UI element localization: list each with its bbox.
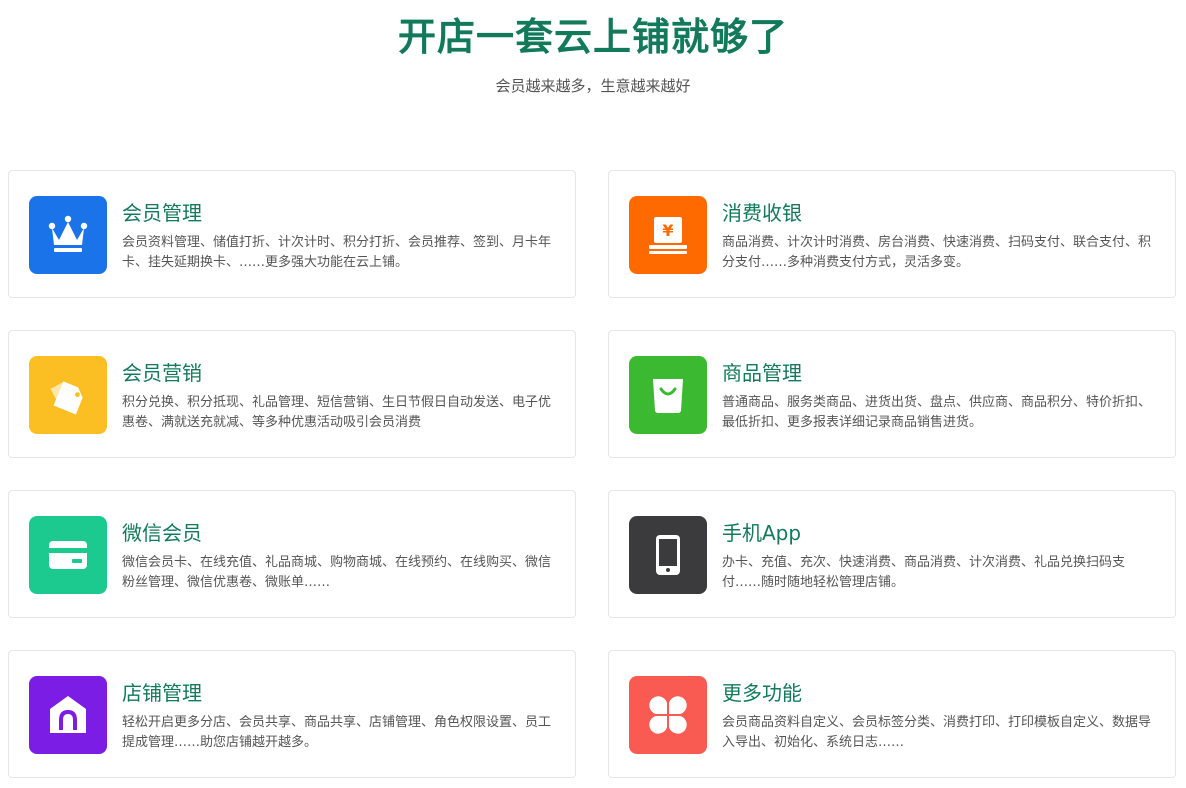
feature-card-wechat-member[interactable]: 微信会员 微信会员卡、在线充值、礼品商城、购物商城、在线预约、在线购买、微信粉丝… [8, 490, 576, 618]
shopping-bag-icon [629, 356, 707, 434]
feature-card-checkout[interactable]: ¥ 消费收银 商品消费、计次计时消费、房台消费、快速消费、扫码支付、联合支付、积… [608, 170, 1176, 298]
tags-icon [29, 356, 107, 434]
feature-card-title: 会员管理 [122, 201, 202, 225]
feature-card-title: 商品管理 [722, 361, 802, 385]
svg-text:¥: ¥ [662, 221, 673, 240]
feature-card-desc: 普通商品、服务类商品、进货出货、盘点、供应商、商品积分、特价折扣、最低折扣、更多… [722, 395, 1152, 430]
feature-card-title: 更多功能 [722, 681, 802, 705]
feature-card-more-features[interactable]: 更多功能 会员商品资料自定义、会员标签分类、消费打印、打印模板自定义、数据导入导… [608, 650, 1176, 778]
feature-card-title: 微信会员 [122, 521, 202, 545]
crown-icon [29, 196, 107, 274]
feature-card-desc: 商品消费、计次计时消费、房台消费、快速消费、扫码支付、联合支付、积分支付……多种… [722, 235, 1152, 270]
mobile-phone-icon [629, 516, 707, 594]
feature-card-title: 手机App [722, 521, 802, 545]
cash-register-icon: ¥ [629, 196, 707, 274]
feature-card-desc: 积分兑换、积分抵现、礼品管理、短信营销、生日节假日自动发送、电子优惠卷、满就送充… [122, 395, 552, 430]
feature-card-title: 会员营销 [122, 361, 202, 385]
grid-icon [629, 676, 707, 754]
page-subtitle: 会员越来越多，生意越来越好 [495, 77, 691, 95]
feature-card-desc: 办卡、充值、充次、快速消费、商品消费、计次消费、礼品兑换扫码支付……随时随地轻松… [722, 555, 1126, 590]
feature-card-desc: 轻松开启更多分店、会员共享、商品共享、店铺管理、角色权限设置、员工提成管理……助… [122, 715, 552, 750]
feature-card-member-marketing[interactable]: 会员营销 积分兑换、积分抵现、礼品管理、短信营销、生日节假日自动发送、电子优惠卷… [8, 330, 576, 458]
page-title: 开店一套云上铺就够了 [397, 15, 788, 59]
feature-card-mobile-app[interactable]: 手机App 办卡、充值、充次、快速消费、商品消费、计次消费、礼品兑换扫码支付……… [608, 490, 1176, 618]
card-icon [29, 516, 107, 594]
feature-card-member-management[interactable]: 会员管理 会员资料管理、储值打折、计次计时、积分打折、会员推荐、签到、月卡年卡、… [8, 170, 576, 298]
feature-card-store-management[interactable]: 店铺管理 轻松开启更多分店、会员共享、商品共享、店铺管理、角色权限设置、员工提成… [8, 650, 576, 778]
feature-card-title: 店铺管理 [122, 681, 202, 705]
feature-card-title: 消费收银 [722, 201, 802, 225]
feature-card-desc: 微信会员卡、在线充值、礼品商城、购物商城、在线预约、在线购买、微信粉丝管理、微信… [122, 555, 552, 590]
feature-card-desc: 会员商品资料自定义、会员标签分类、消费打印、打印模板自定义、数据导入导出、初始化… [722, 715, 1152, 750]
feature-card-desc: 会员资料管理、储值打折、计次计时、积分打折、会员推荐、签到、月卡年卡、挂失延期换… [122, 235, 552, 270]
store-icon [29, 676, 107, 754]
feature-card-product-management[interactable]: 商品管理 普通商品、服务类商品、进货出货、盘点、供应商、商品积分、特价折扣、最低… [608, 330, 1176, 458]
